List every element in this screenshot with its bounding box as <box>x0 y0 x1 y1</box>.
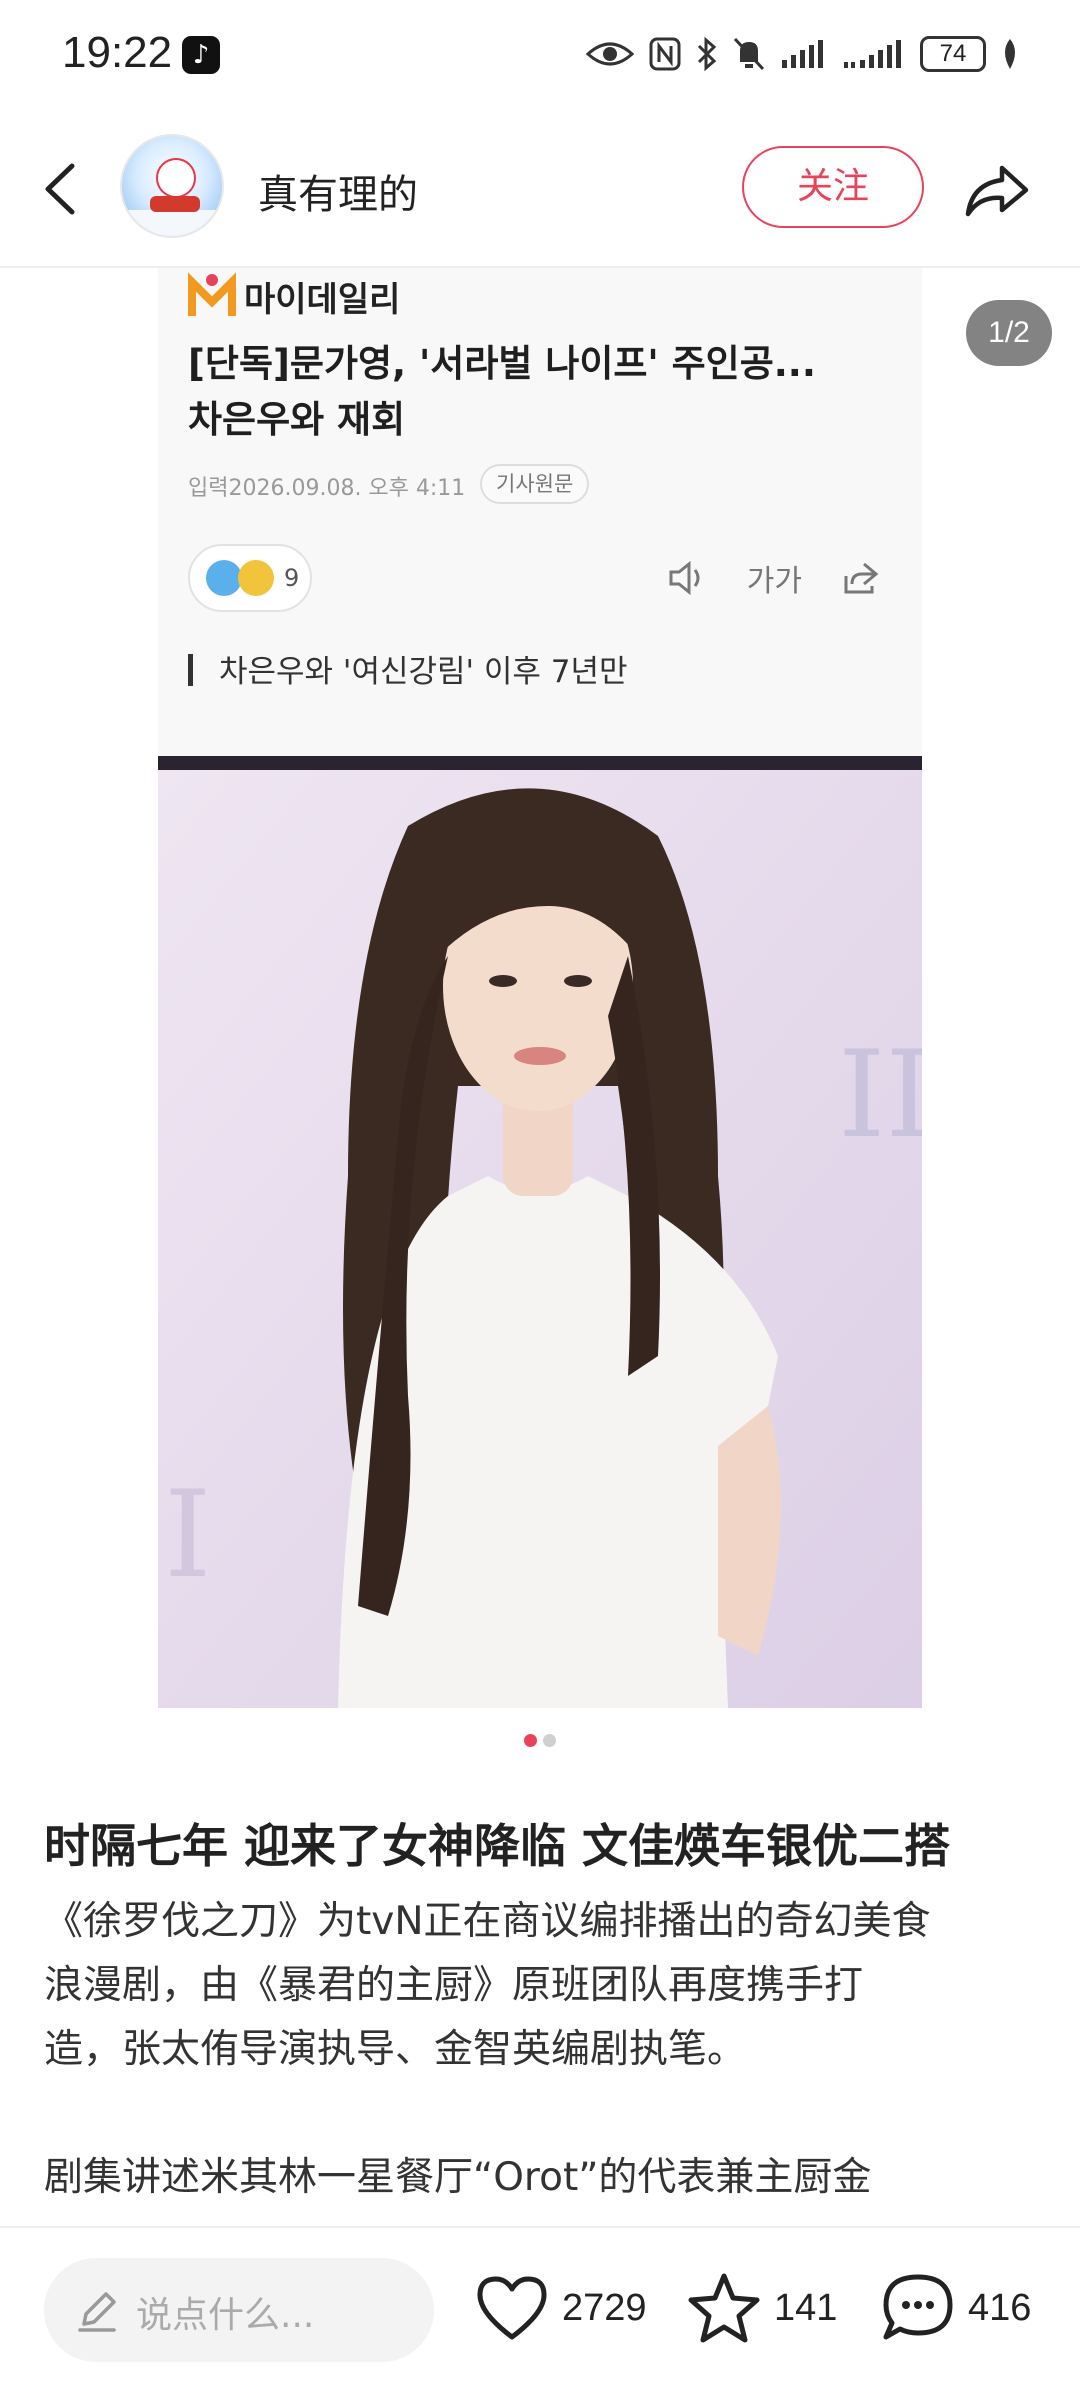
status-bar: 19:22 ♪ 74 <box>0 0 1080 110</box>
status-icons: 74 <box>586 32 1020 76</box>
like-button[interactable]: 2729 <box>474 2268 647 2348</box>
tiktok-icon: ♪ <box>182 36 220 74</box>
battery-indicator: 74 <box>920 36 986 72</box>
news-screenshot-card: 마이데일리 [단독]문가영, '서라벌 나이프' 주인공... 차은우와 재회 … <box>158 268 922 758</box>
follow-button[interactable]: 关注 <box>742 146 924 228</box>
carousel-indicator <box>0 1734 1080 1754</box>
shocked-emoji-icon <box>206 560 242 596</box>
carousel-dot-active <box>524 1734 537 1747</box>
comment-button[interactable]: 416 <box>880 2268 1031 2348</box>
signal-icon <box>842 32 906 76</box>
page-counter: 1/2 <box>966 300 1052 366</box>
like-count: 2729 <box>562 2286 647 2329</box>
comment-input[interactable]: 说点什么... <box>44 2258 434 2362</box>
favorite-button[interactable]: 141 <box>686 2268 837 2348</box>
reaction-count: 9 <box>284 564 300 592</box>
post-header: 真有理的 关注 <box>0 110 1080 268</box>
chevron-left-icon <box>45 163 75 215</box>
news-date: 입력2026.09.08. 오후 4:11 <box>188 476 466 501</box>
avatar[interactable] <box>120 134 224 238</box>
post-title: 时隔七年 迎来了女神降临 文佳煐车银优二搭 <box>44 1819 951 1873</box>
comment-count: 416 <box>968 2286 1032 2329</box>
share-icon <box>965 165 1029 217</box>
article-tools: 가가 <box>667 556 880 600</box>
back-button[interactable] <box>32 154 92 224</box>
svg-text:II: II <box>838 1026 922 1165</box>
star-icon <box>688 2273 760 2343</box>
actress-photo: II I <box>158 756 922 1708</box>
eye-icon <box>586 32 634 76</box>
mute-icon <box>732 32 766 76</box>
font-size-label: 가가 <box>746 564 802 599</box>
speaker-icon <box>667 556 707 600</box>
favorite-count: 141 <box>774 2286 838 2329</box>
bottom-action-bar: 说点什么... 2729 141 416 <box>0 2226 1080 2387</box>
author-name[interactable]: 真有理的 <box>258 162 418 220</box>
original-article-badge: 기사원문 <box>480 464 590 504</box>
post-body: 《徐罗伐之刀》为tvN正在商议编排播出的奇幻美食 浪漫剧，由《暴君的主厨》原班团… <box>44 1899 931 2200</box>
comment-placeholder: 说点什么... <box>136 2295 315 2336</box>
carousel-dot <box>543 1734 556 1747</box>
reaction-summary: 9 <box>188 544 312 612</box>
signal-icon <box>780 32 828 76</box>
pen-icon <box>74 2288 120 2334</box>
news-subheadline: 차은우와 '여신강림' 이후 7년만 <box>188 646 628 691</box>
image-carousel[interactable]: 마이데일리 [단독]문가영, '서라벌 나이프' 주인공... 차은우와 재회 … <box>0 268 1080 1747</box>
heart-icon <box>477 2276 547 2340</box>
news-headline: [단독]문가영, '서라벌 나이프' 주인공... 차은우와 재회 <box>188 342 816 441</box>
status-time: 19:22 <box>62 28 173 77</box>
comment-bubble-icon <box>883 2274 953 2340</box>
nfc-icon <box>648 32 682 76</box>
news-source-logo: 마이데일리 <box>188 268 400 324</box>
share-icon <box>842 556 880 600</box>
leaf-icon <box>1000 32 1020 76</box>
svg-text:I: I <box>164 1466 211 1605</box>
bluetooth-icon <box>696 32 718 76</box>
share-button[interactable] <box>962 154 1032 224</box>
sad-emoji-icon <box>238 560 274 596</box>
mydaily-logo-icon <box>188 272 236 320</box>
news-source-name: 마이데일리 <box>244 279 401 320</box>
